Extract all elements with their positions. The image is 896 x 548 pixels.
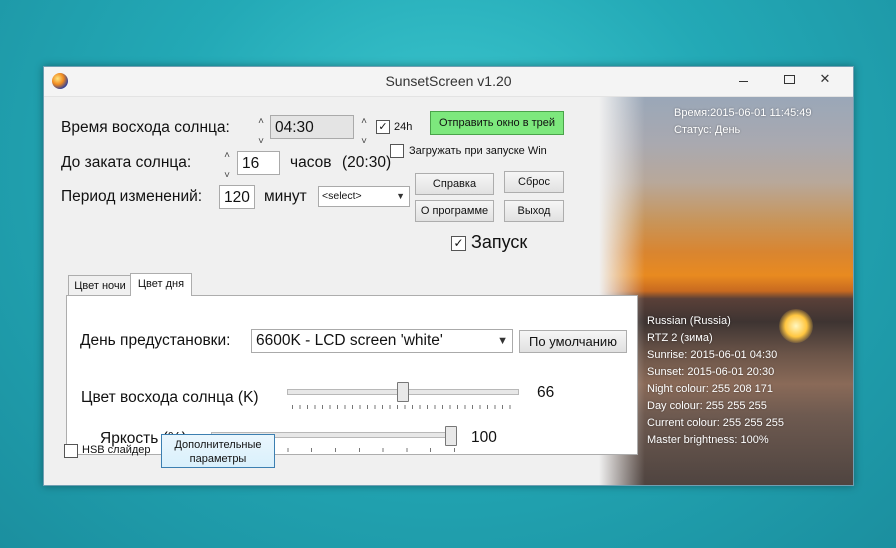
day-color-panel: День предустановки: 6600K - LCD screen '…	[66, 295, 638, 455]
advanced-label-line1: Дополнительные	[174, 439, 262, 451]
chevron-down-icon: ▼	[497, 335, 508, 347]
preset-select-value: 6600K - LCD screen 'white'	[256, 332, 443, 349]
maximize-button[interactable]	[774, 69, 804, 89]
sunrise-color-label: Цвет восхода солнца (K)	[81, 389, 259, 406]
hsb-checkbox[interactable]	[64, 444, 78, 458]
sunset-label: До заката солнца:	[61, 154, 192, 171]
info-line: Russian (Russia)	[647, 315, 731, 327]
run-label: Запуск	[471, 232, 528, 252]
autostart-label: Загружать при запуске Win	[409, 145, 547, 157]
brightness-slider-thumb[interactable]	[445, 426, 457, 446]
info-line: Sunrise: 2015-06-01 04:30	[647, 349, 778, 361]
default-button[interactable]: По умолчанию	[519, 330, 627, 353]
preset-label: День предустановки:	[80, 332, 231, 349]
info-line: Current colour: 255 255 255	[647, 417, 784, 429]
tab-night-color[interactable]: Цвет ночи	[68, 275, 132, 296]
exit-button[interactable]: Выход	[504, 200, 564, 222]
title-bar[interactable]: SunsetScreen v1.20 ✕	[44, 67, 853, 97]
sunrise-time-field[interactable]: 04:30	[270, 115, 354, 139]
period-label: Период изменений:	[61, 188, 203, 205]
info-line: Master brightness: 100%	[647, 434, 769, 446]
sunset-hours-field[interactable]: 16	[237, 151, 280, 175]
sunrise-label: Время восхода солнца:	[61, 119, 230, 136]
main-window: SunsetScreen v1.20 ✕ Время:2015-06-01 11…	[43, 66, 854, 486]
preset-select[interactable]: 6600K - LCD screen 'white' ▼	[251, 329, 513, 353]
sunrise-spinner[interactable]: ˄ ˅	[255, 117, 267, 147]
sunset-time: (20:30)	[342, 154, 392, 171]
hours-label: часов	[290, 154, 332, 171]
h24-checkbox[interactable]: ✓	[376, 120, 390, 134]
sunrise-color-slider-thumb[interactable]	[397, 382, 409, 402]
brightness-value: 100	[471, 429, 497, 446]
about-button[interactable]: О программе	[415, 200, 494, 222]
sunrise-color-slider-ticks	[292, 405, 517, 409]
sunset-spinner[interactable]: ˄ ˅	[221, 151, 233, 181]
period-field[interactable]: 120	[219, 185, 255, 209]
period-select-value: <select>	[322, 190, 362, 202]
info-line: Night colour: 255 208 171	[647, 383, 773, 395]
minutes-label: минут	[264, 188, 307, 205]
info-line: Day colour: 255 255 255	[647, 400, 767, 412]
tab-day-color[interactable]: Цвет дня	[130, 273, 192, 296]
send-to-tray-button[interactable]: Отправить окно в трей	[430, 111, 564, 135]
reset-button[interactable]: Сброс	[504, 171, 564, 193]
sunrise-color-value: 66	[537, 384, 555, 401]
run-checkbox[interactable]: ✓	[451, 236, 466, 251]
info-line: Sunset: 2015-06-01 20:30	[647, 366, 775, 378]
maximize-icon	[783, 75, 795, 85]
help-button[interactable]: Справка	[415, 173, 494, 195]
chevron-down-icon: ▼	[396, 191, 405, 201]
info-status: Статус: День	[674, 124, 741, 136]
advanced-settings-button[interactable]: Дополнительные параметры	[161, 434, 275, 468]
h24-label: 24h	[394, 121, 413, 133]
minimize-button[interactable]	[728, 69, 758, 89]
minimize-icon	[738, 81, 748, 83]
hsb-label: HSB слайдер	[82, 444, 151, 456]
autostart-checkbox[interactable]	[390, 144, 404, 158]
sunrise-time-spinner[interactable]: ˄ ˅	[358, 117, 370, 147]
close-button[interactable]: ✕	[810, 69, 840, 89]
sun-glow	[779, 309, 813, 343]
advanced-label-line2: параметры	[189, 453, 247, 465]
period-select[interactable]: <select> ▼	[318, 186, 410, 207]
info-line: RTZ 2 (зима)	[647, 332, 713, 344]
client-area: Время:2015-06-01 11:45:49 Статус: День R…	[44, 97, 853, 485]
info-time: Время:2015-06-01 11:45:49	[674, 107, 812, 119]
